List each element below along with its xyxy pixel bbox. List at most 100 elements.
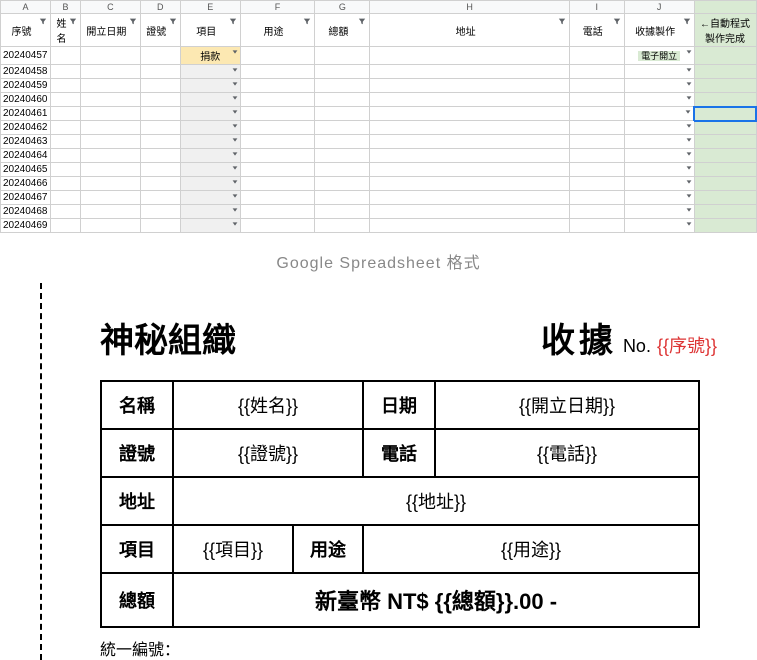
cell-receipt-dropdown[interactable] [624, 79, 694, 93]
cell[interactable] [80, 149, 140, 163]
chevron-down-icon[interactable] [231, 80, 239, 91]
cell[interactable] [370, 79, 569, 93]
cell-item-dropdown[interactable] [180, 107, 240, 121]
cell-auto[interactable] [694, 65, 756, 79]
chevron-down-icon[interactable] [685, 150, 693, 161]
cell[interactable] [569, 79, 624, 93]
header-date[interactable]: 開立日期 [80, 14, 140, 47]
chevron-down-icon[interactable] [685, 136, 693, 147]
cell-seq[interactable]: 20240459 [1, 79, 51, 93]
cell[interactable] [50, 79, 80, 93]
cell[interactable] [569, 149, 624, 163]
cell[interactable] [50, 135, 80, 149]
cell[interactable] [80, 219, 140, 233]
cell[interactable] [240, 219, 315, 233]
cell-seq[interactable]: 20240461 [1, 107, 51, 121]
cell[interactable] [370, 177, 569, 191]
cell-auto[interactable] [694, 79, 756, 93]
cell[interactable] [80, 191, 140, 205]
cell-seq[interactable]: 20240467 [1, 191, 51, 205]
col-letter[interactable]: G [315, 1, 370, 14]
cell[interactable] [240, 121, 315, 135]
chevron-down-icon[interactable] [231, 108, 239, 119]
cell[interactable] [569, 135, 624, 149]
cell[interactable] [370, 191, 569, 205]
cell-item-dropdown[interactable] [180, 205, 240, 219]
cell-auto[interactable] [694, 93, 756, 107]
col-letter[interactable]: B [50, 1, 80, 14]
cell[interactable] [569, 47, 624, 65]
chevron-down-icon[interactable] [231, 136, 239, 147]
cell-auto[interactable] [694, 177, 756, 191]
cell[interactable] [370, 65, 569, 79]
cell[interactable] [315, 47, 370, 65]
filter-icon[interactable] [38, 16, 48, 26]
chevron-down-icon[interactable] [231, 66, 239, 77]
cell[interactable] [80, 65, 140, 79]
chevron-down-icon[interactable] [231, 178, 239, 189]
cell[interactable] [50, 163, 80, 177]
cell[interactable] [140, 107, 180, 121]
cell[interactable] [370, 135, 569, 149]
cell[interactable] [370, 107, 569, 121]
cell-receipt-dropdown[interactable] [624, 149, 694, 163]
header-seq[interactable]: 序號 [1, 14, 51, 47]
cell-item-dropdown[interactable] [180, 191, 240, 205]
filter-icon[interactable] [557, 16, 567, 26]
cell[interactable] [315, 79, 370, 93]
chevron-down-icon[interactable] [685, 48, 693, 59]
cell[interactable] [80, 93, 140, 107]
header-addr[interactable]: 地址 [370, 14, 569, 47]
chevron-down-icon[interactable] [231, 220, 239, 231]
chevron-down-icon[interactable] [231, 164, 239, 175]
cell-item-dropdown[interactable] [180, 93, 240, 107]
col-letter[interactable] [694, 1, 756, 14]
chevron-down-icon[interactable] [231, 150, 239, 161]
chevron-down-icon[interactable] [685, 122, 693, 133]
chevron-down-icon[interactable] [685, 94, 693, 105]
cell-auto[interactable] [694, 135, 756, 149]
filter-icon[interactable] [168, 16, 178, 26]
cell[interactable] [240, 149, 315, 163]
chevron-down-icon[interactable] [231, 206, 239, 217]
header-name[interactable]: 姓名 [50, 14, 80, 47]
cell[interactable] [80, 47, 140, 65]
filter-icon[interactable] [357, 16, 367, 26]
cell[interactable] [140, 149, 180, 163]
cell[interactable] [315, 191, 370, 205]
cell-item-dropdown[interactable] [180, 149, 240, 163]
cell[interactable] [569, 205, 624, 219]
cell[interactable] [50, 47, 80, 65]
cell[interactable] [140, 219, 180, 233]
col-letter[interactable]: J [624, 1, 694, 14]
cell-receipt-dropdown[interactable] [624, 121, 694, 135]
cell[interactable] [315, 93, 370, 107]
cell[interactable] [50, 65, 80, 79]
cell[interactable] [315, 177, 370, 191]
cell[interactable] [240, 191, 315, 205]
cell[interactable] [50, 219, 80, 233]
cell-item-dropdown[interactable] [180, 219, 240, 233]
chevron-down-icon[interactable] [684, 108, 692, 119]
cell[interactable] [569, 65, 624, 79]
cell[interactable] [315, 107, 370, 121]
cell-seq[interactable]: 20240466 [1, 177, 51, 191]
cell-auto[interactable] [694, 149, 756, 163]
col-letter[interactable]: C [80, 1, 140, 14]
header-receipt[interactable]: 收據製作 [624, 14, 694, 47]
col-letter[interactable]: I [569, 1, 624, 14]
filter-icon[interactable] [302, 16, 312, 26]
cell[interactable] [240, 93, 315, 107]
cell[interactable] [50, 93, 80, 107]
cell[interactable] [140, 177, 180, 191]
chevron-down-icon[interactable] [231, 94, 239, 105]
cell[interactable] [50, 149, 80, 163]
cell[interactable] [315, 121, 370, 135]
cell-auto[interactable] [694, 191, 756, 205]
cell[interactable] [370, 163, 569, 177]
cell-seq[interactable]: 20240463 [1, 135, 51, 149]
header-total[interactable]: 總額 [315, 14, 370, 47]
cell[interactable] [370, 93, 569, 107]
cell[interactable] [569, 191, 624, 205]
cell-receipt-dropdown[interactable] [624, 135, 694, 149]
